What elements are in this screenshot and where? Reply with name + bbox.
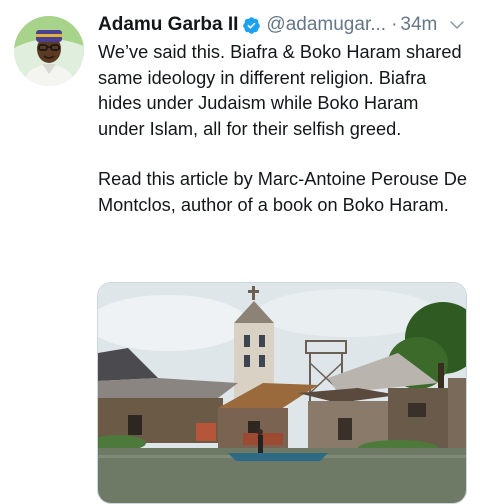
riverside-town-photo — [98, 283, 466, 503]
tweet-header: Adamu Garba II @adamugar... · 34m — [98, 10, 470, 40]
timestamp[interactable]: 34m — [400, 14, 437, 36]
avatar[interactable] — [14, 16, 84, 86]
tweet-paragraph: Read this article by Marc-Antoine Perous… — [98, 169, 467, 215]
author-name[interactable]: Adamu Garba II — [98, 14, 238, 36]
separator-dot: · — [391, 14, 398, 35]
author-handle[interactable]: @adamugar... — [266, 14, 386, 36]
verified-badge-icon — [242, 16, 261, 35]
tweet-paragraph: We’ve said this. Biafra & Boko Haram sha… — [98, 42, 462, 139]
tweet-media-image[interactable] — [97, 282, 467, 504]
tweet-card[interactable]: Adamu Garba II @adamugar... · 34m We’ve … — [0, 0, 480, 504]
chevron-down-icon[interactable] — [448, 16, 470, 34]
avatar-photo — [14, 16, 84, 86]
tweet-text: We’ve said this. Biafra & Boko Haram sha… — [98, 40, 470, 218]
